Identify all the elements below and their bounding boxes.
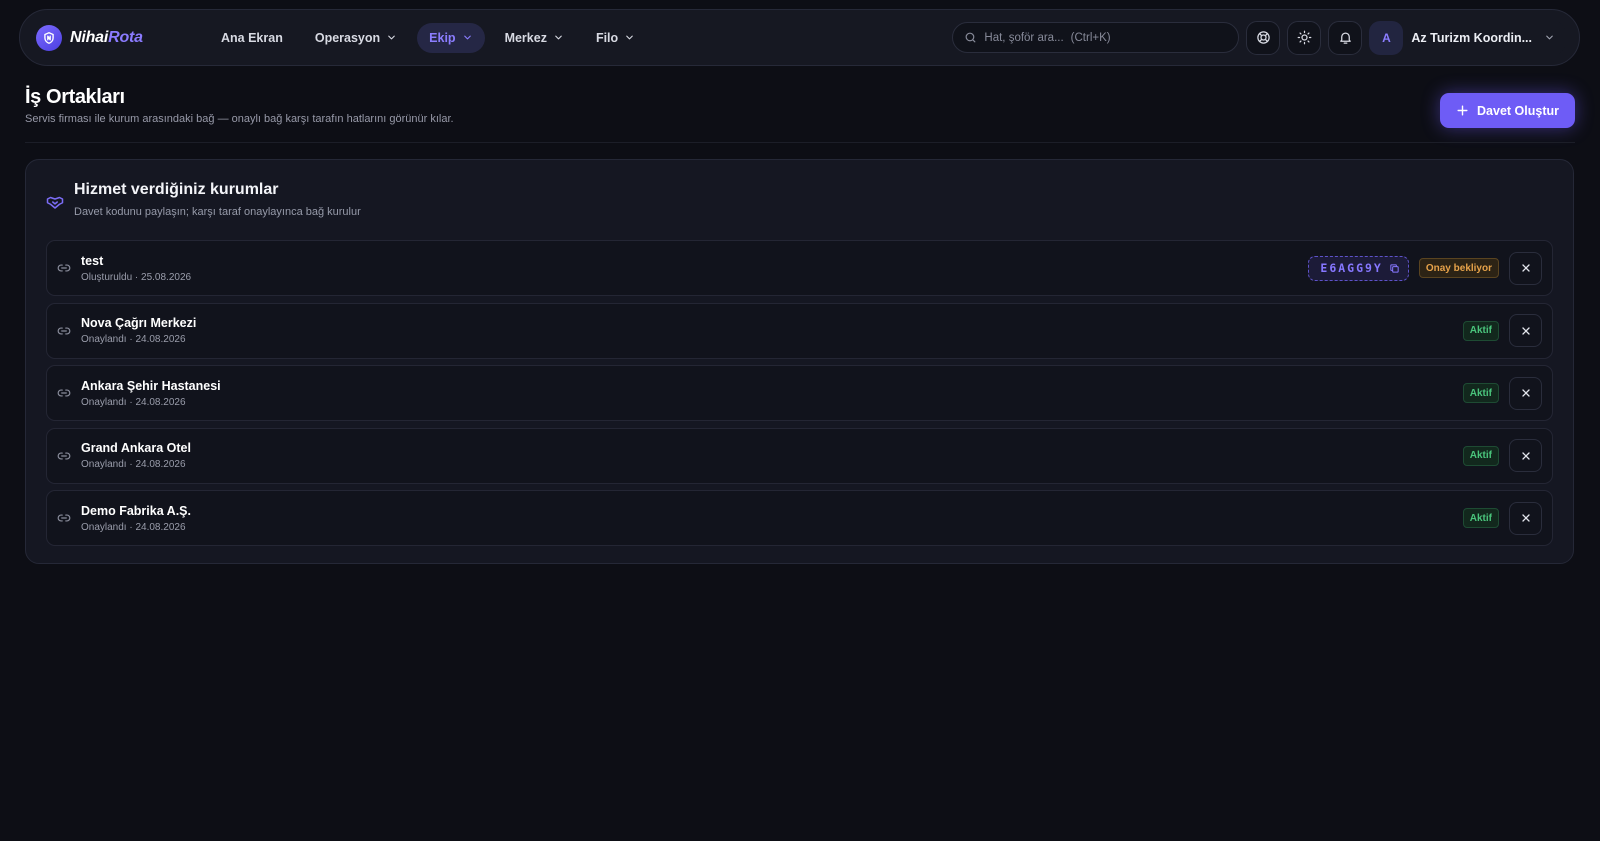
invite-code: E6AGG9Y <box>1320 261 1383 275</box>
row-actions: Aktif <box>1453 314 1542 347</box>
nav-item-ekip[interactable]: Ekip <box>417 22 485 53</box>
row-actions: Aktif <box>1453 439 1542 472</box>
list-item: test Oluşturuldu · 25.08.2026 E6AGG9Y On… <box>46 240 1553 296</box>
search-input[interactable]: Hat, şoför ara... (Ctrl+K) <box>952 22 1240 53</box>
close-icon <box>1521 389 1530 397</box>
top-navbar: NihaiRota Ana Ekran Operasyon Ekip Merke… <box>19 9 1580 66</box>
partner-name: Demo Fabrika A.Ş. <box>81 503 191 518</box>
status-badge: Aktif <box>1462 445 1499 466</box>
nav-item-label: Filo <box>595 30 619 45</box>
list-item: Nova Çağrı Merkezi Onaylandı · 24.08.202… <box>46 302 1553 359</box>
row-actions: E6AGG9Y Onay bekliyor <box>1308 251 1542 285</box>
link-icon <box>57 389 71 397</box>
remove-partner-button[interactable] <box>1509 501 1542 535</box>
card-header: Hizmet verdiğiniz kurumlar Davet kodunu … <box>46 181 361 218</box>
partner-info: Demo Fabrika A.Ş. Onaylandı · 24.08.2026 <box>81 504 191 533</box>
bell-icon <box>1340 32 1351 44</box>
divider <box>25 142 1575 143</box>
notifications-button[interactable] <box>1328 20 1363 55</box>
status-badge: Onay bekliyor <box>1418 258 1499 278</box>
plus-icon <box>1457 105 1468 116</box>
main-nav: Ana Ekran Operasyon Ekip Merkez Filo <box>209 22 647 53</box>
nav-item-label: Ekip <box>429 30 456 45</box>
brand-name: NihaiRota <box>70 28 143 46</box>
link-icon <box>57 327 71 334</box>
partner-info: test Oluşturuldu · 25.08.2026 <box>81 254 191 283</box>
page-subtitle: Servis firması ile kurum arasındaki bağ … <box>25 113 454 125</box>
chevron-down-icon <box>1546 35 1553 40</box>
partner-name: Ankara Şehir Hastanesi <box>81 378 221 393</box>
handshake-icon <box>46 196 64 209</box>
link-icon <box>57 452 71 459</box>
row-actions: Aktif <box>1453 501 1542 535</box>
status-badge: Aktif <box>1462 508 1499 528</box>
nav-item-label: Operasyon <box>314 30 381 45</box>
brand-logo[interactable]: NihaiRota <box>36 24 196 51</box>
partner-list: test Oluşturuldu · 25.08.2026 E6AGG9Y On… <box>46 240 1553 553</box>
row-actions: Aktif <box>1453 376 1542 410</box>
logo-icon <box>36 24 62 51</box>
list-item: Ankara Şehir Hastanesi Onaylandı · 24.08… <box>46 365 1553 421</box>
partner-meta: Onaylandı · 24.08.2026 <box>81 459 186 470</box>
nav-item-label: Ana Ekran <box>221 30 283 45</box>
partner-meta: Oluşturuldu · 25.08.2026 <box>81 271 192 283</box>
chevron-down-icon <box>388 35 395 40</box>
partner-meta: Onaylandı · 24.08.2026 <box>81 334 186 345</box>
search-icon <box>965 32 976 43</box>
user-name: Az Turizm Koordin... <box>1411 30 1532 45</box>
support-button[interactable] <box>1246 20 1281 55</box>
card-subtitle: Davet kodunu paylaşın; karşı taraf onayl… <box>74 206 361 218</box>
search-placeholder: Hat, şoför ara... <box>984 31 1064 44</box>
partner-info: Ankara Şehir Hastanesi Onaylandı · 24.08… <box>81 379 221 408</box>
partner-meta: Onaylandı · 24.08.2026 <box>81 521 186 533</box>
partner-name: test <box>81 253 104 268</box>
remove-partner-button[interactable] <box>1509 251 1542 285</box>
list-item: Grand Ankara Otel Onaylandı · 24.08.2026… <box>46 427 1553 484</box>
remove-partner-button[interactable] <box>1509 439 1542 472</box>
partner-info: Grand Ankara Otel Onaylandı · 24.08.2026 <box>81 441 191 470</box>
support-icon <box>1257 31 1270 44</box>
nav-item-label: Merkez <box>504 30 547 45</box>
search-shortcut: (Ctrl+K) <box>1070 31 1111 44</box>
nav-item-merkez[interactable]: Merkez <box>493 23 576 53</box>
partner-name: Nova Çağrı Merkezi <box>81 316 197 330</box>
theme-toggle-button[interactable] <box>1287 20 1322 55</box>
chevron-down-icon <box>555 35 562 40</box>
link-icon <box>57 264 71 272</box>
nav-item-filo[interactable]: Filo <box>584 23 647 53</box>
page-title: İş Ortakları <box>25 86 125 108</box>
invite-code-copy-button[interactable]: E6AGG9Y <box>1308 255 1409 281</box>
status-badge: Aktif <box>1462 320 1499 341</box>
close-icon <box>1521 326 1530 335</box>
list-item: Demo Fabrika A.Ş. Onaylandı · 24.08.2026… <box>46 490 1553 546</box>
close-icon <box>1521 451 1530 460</box>
user-menu[interactable]: A Az Turizm Koordin... <box>1369 20 1565 55</box>
sun-icon <box>1297 30 1312 45</box>
link-icon <box>57 514 71 522</box>
partner-meta: Onaylandı · 24.08.2026 <box>81 396 186 408</box>
close-icon <box>1521 264 1530 272</box>
remove-partner-button[interactable] <box>1509 376 1542 410</box>
nav-item-operasyon[interactable]: Operasyon <box>303 23 409 53</box>
create-invite-button[interactable]: Davet Oluştur <box>1440 93 1575 128</box>
partner-name: Grand Ankara Otel <box>81 441 191 455</box>
avatar: A <box>1369 20 1404 55</box>
partners-card: Hizmet verdiğiniz kurumlar Davet kodunu … <box>25 159 1574 564</box>
chevron-down-icon <box>463 35 471 40</box>
copy-icon <box>1390 263 1399 273</box>
nav-item-ana-ekran[interactable]: Ana Ekran <box>209 23 295 53</box>
card-title: Hizmet verdiğiniz kurumlar <box>74 181 279 198</box>
close-icon <box>1521 514 1530 522</box>
remove-partner-button[interactable] <box>1509 314 1542 347</box>
status-badge: Aktif <box>1462 383 1499 403</box>
create-invite-label: Davet Oluştur <box>1477 103 1559 118</box>
partner-info: Nova Çağrı Merkezi Onaylandı · 24.08.202… <box>81 316 196 345</box>
chevron-down-icon <box>626 35 633 40</box>
